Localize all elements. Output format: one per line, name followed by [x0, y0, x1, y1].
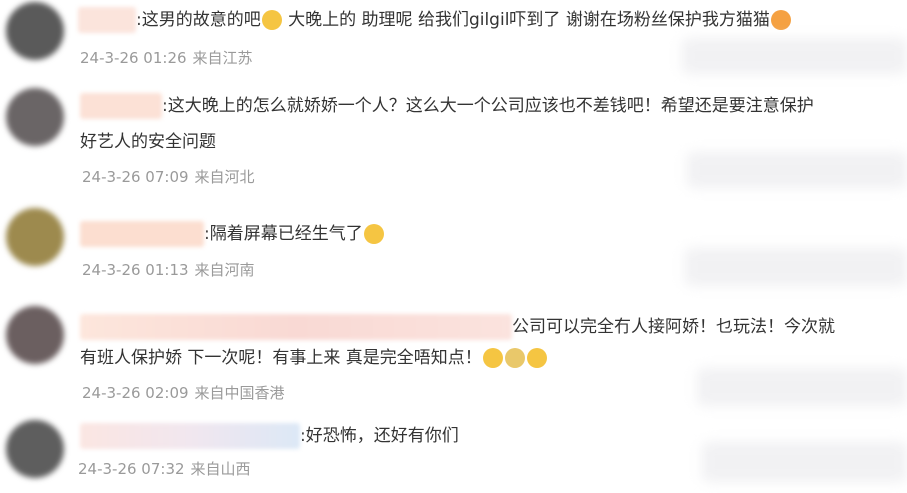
heart-eyes-face-icon: [770, 10, 791, 30]
comment-body: :这大晚上的怎么就娇娇一个人？这么大一个公司应该也不差钱吧！希望还是要注意保护: [80, 91, 814, 121]
comment-text: :这大晚上的怎么就娇娇一个人？这么大一个公司应该也不差钱吧！希望还是要注意保护: [162, 96, 814, 116]
comment-meta: 24-3-26 07:09 来自河北: [82, 166, 255, 187]
timestamp: 24-3-26 01:13: [82, 261, 189, 279]
avatar[interactable]: [6, 420, 64, 478]
comment-item: :这大晚上的怎么就娇娇一个人？这么大一个公司应该也不差钱吧！希望还是要注意保护 …: [0, 86, 907, 196]
comment-item: :隔着屏幕已经生气了 24-3-26 01:13 来自河南: [0, 204, 907, 288]
timestamp: 24-3-26 02:09: [82, 384, 189, 402]
reply-like-controls[interactable]: [687, 152, 907, 188]
smiling-face-icon: [363, 224, 384, 244]
comment-meta: 24-3-26 01:13 来自河南: [82, 259, 255, 280]
comment-text-continued: 有班人保护娇 下一次呢！有事上来 真是完全唔知点！: [80, 348, 482, 368]
reply-like-controls[interactable]: [702, 442, 907, 482]
username[interactable]: [80, 423, 300, 449]
comment-meta: 24-3-26 02:09 来自中国香港: [82, 382, 285, 403]
comment-text: :这男的故意的吧: [136, 10, 261, 30]
username[interactable]: [80, 93, 162, 119]
comment-body: 公司可以完全冇人接阿娇！乜玩法！今次就: [80, 312, 835, 342]
comment-text: :隔着屏幕已经生气了: [204, 224, 363, 244]
crying-face-icon: [482, 348, 503, 368]
comment-text: :好恐怖，还好有你们: [300, 426, 459, 446]
comment-item: 公司可以完全冇人接阿娇！乜玩法！今次就 有班人保护娇 下一次呢！有事上来 真是完…: [0, 302, 907, 412]
crying-face-icon: [261, 10, 282, 30]
comment-body-line2: 有班人保护娇 下一次呢！有事上来 真是完全唔知点！: [80, 343, 548, 373]
location-label: 来自河北: [194, 168, 255, 186]
reply-like-controls[interactable]: [697, 368, 907, 406]
avatar[interactable]: [6, 208, 64, 266]
comment-body: :隔着屏幕已经生气了: [80, 219, 385, 249]
username[interactable]: [80, 314, 512, 340]
comment-text-continued: 大晚上的 助理呢 给我们gilgil吓到了 谢谢在场粉丝保护我方猫猫: [282, 10, 770, 30]
comment-body: :好恐怖，还好有你们: [80, 421, 459, 451]
avatar[interactable]: [6, 88, 64, 146]
username[interactable]: [78, 7, 136, 33]
comment-item: :这男的故意的吧 大晚上的 助理呢 给我们gilgil吓到了 谢谢在场粉丝保护我…: [0, 0, 907, 80]
tearful-face-icon: [504, 348, 525, 368]
username[interactable]: [80, 221, 204, 247]
reply-like-controls[interactable]: [685, 248, 907, 286]
comment-meta: 24-3-26 01:26 来自江苏: [80, 47, 253, 68]
comment-item: :好恐怖，还好有你们 24-3-26 07:32 来自山西: [0, 418, 907, 493]
location-label: 来自中国香港: [194, 384, 285, 402]
location-label: 来自河南: [194, 261, 255, 279]
comment-meta: 24-3-26 07:32 来自山西: [78, 458, 251, 479]
comment-text-continued: 好艺人的安全问题: [80, 132, 216, 152]
comment-text: 公司可以完全冇人接阿娇！乜玩法！今次就: [512, 317, 835, 337]
location-label: 来自山西: [190, 460, 251, 478]
avatar[interactable]: [6, 306, 64, 364]
timestamp: 24-3-26 01:26: [80, 49, 187, 67]
timestamp: 24-3-26 07:32: [78, 460, 185, 478]
comment-body-line2: 好艺人的安全问题: [80, 127, 216, 157]
sweat-smile-face-icon: [526, 348, 547, 368]
location-label: 来自江苏: [192, 49, 253, 67]
comment-body: :这男的故意的吧 大晚上的 助理呢 给我们gilgil吓到了 谢谢在场粉丝保护我…: [78, 5, 792, 35]
reply-like-controls[interactable]: [682, 38, 907, 74]
avatar[interactable]: [6, 2, 64, 60]
timestamp: 24-3-26 07:09: [82, 168, 189, 186]
